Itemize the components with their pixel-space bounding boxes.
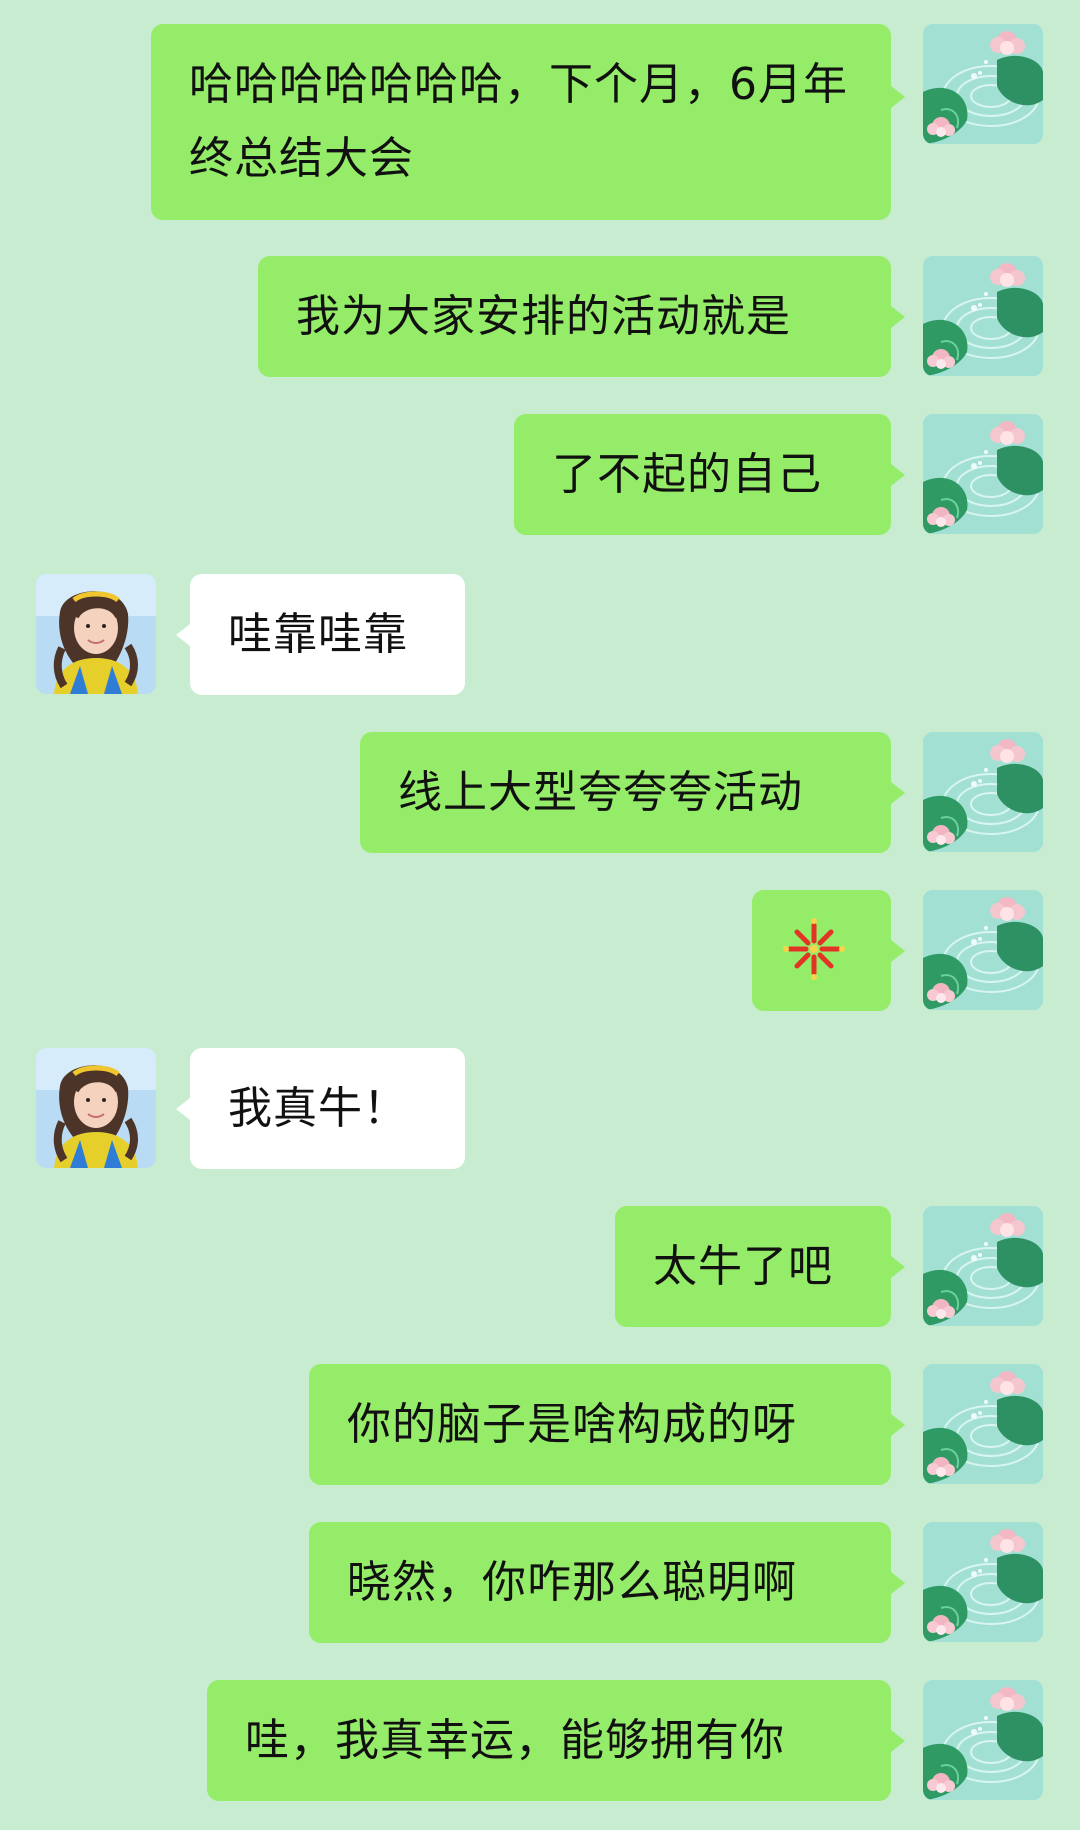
message-text: 我为大家安排的活动就是 — [296, 291, 791, 342]
emoji-bubble[interactable] — [752, 890, 891, 1011]
message-bubble[interactable]: 太牛了吧 — [615, 1206, 891, 1327]
message-bubble[interactable]: 我真牛！ — [190, 1048, 465, 1169]
message-text: 线上大型夸夸夸活动 — [398, 767, 803, 818]
message-bubble[interactable]: 你的脑子是啥构成的呀 — [309, 1364, 891, 1485]
fireworks-icon — [783, 918, 845, 980]
bubble-tail — [891, 1572, 905, 1594]
message-row: 我为大家安排的活动就是 — [0, 256, 1080, 377]
message-row: 了不起的自己 — [0, 414, 1080, 535]
lotus-avatar-icon — [923, 890, 1043, 1010]
message-bubble[interactable]: 哇，我真幸运，能够拥有你 — [207, 1680, 891, 1801]
bubble-tail — [891, 464, 905, 486]
bubble-tail — [891, 940, 905, 962]
lotus-avatar-icon — [923, 414, 1043, 534]
lotus-avatar-icon — [923, 256, 1043, 376]
my-avatar[interactable] — [923, 256, 1043, 376]
bubble-tail — [891, 782, 905, 804]
my-avatar[interactable] — [923, 890, 1043, 1010]
my-avatar[interactable] — [923, 1680, 1043, 1800]
message-row: 线上大型夸夸夸活动 — [0, 732, 1080, 853]
my-avatar[interactable] — [923, 1206, 1043, 1326]
lotus-avatar-icon — [923, 1206, 1043, 1326]
message-row: 太牛了吧 — [0, 1206, 1080, 1327]
message-text: 哇靠哇靠 — [228, 609, 408, 660]
bubble-tail — [176, 624, 190, 646]
girl-avatar-icon — [36, 574, 156, 694]
message-bubble[interactable]: 我为大家安排的活动就是 — [258, 256, 891, 377]
my-avatar[interactable] — [923, 1522, 1043, 1642]
message-row: 你的脑子是啥构成的呀 — [0, 1364, 1080, 1485]
message-text: 我真牛！ — [228, 1083, 408, 1134]
my-avatar[interactable] — [923, 24, 1043, 144]
message-text: 晓然，你咋那么聪明啊 — [347, 1557, 797, 1608]
bubble-tail — [891, 86, 905, 108]
bubble-tail — [891, 1414, 905, 1436]
my-avatar[interactable] — [923, 414, 1043, 534]
my-avatar[interactable] — [923, 1364, 1043, 1484]
lotus-avatar-icon — [923, 1364, 1043, 1484]
girl-avatar-icon — [36, 1048, 156, 1168]
message-bubble[interactable]: 了不起的自己 — [514, 414, 891, 535]
message-text: 了不起的自己 — [552, 449, 822, 500]
message-row: 哇，我真幸运，能够拥有你 — [0, 1680, 1080, 1801]
contact-avatar[interactable] — [36, 574, 156, 694]
chat-area: 哈哈哈哈哈哈哈，下个月，6月年终总结大会 我为大家安排的活动就是 了不起的自己 — [0, 0, 1080, 1830]
message-text: 哇，我真幸运，能够拥有你 — [245, 1715, 785, 1766]
bubble-tail — [891, 1730, 905, 1752]
message-text: 太牛了吧 — [653, 1241, 833, 1292]
message-row: 晓然，你咋那么聪明啊 — [0, 1522, 1080, 1643]
lotus-avatar-icon — [923, 24, 1043, 144]
message-text: 哈哈哈哈哈哈哈，下个月，6月年终总结大会 — [189, 59, 848, 184]
bubble-tail — [891, 306, 905, 328]
message-bubble[interactable]: 晓然，你咋那么聪明啊 — [309, 1522, 891, 1643]
message-bubble[interactable]: 线上大型夸夸夸活动 — [360, 732, 891, 853]
lotus-avatar-icon — [923, 1680, 1043, 1800]
contact-avatar[interactable] — [36, 1048, 156, 1168]
message-row: 哇靠哇靠 — [0, 574, 1080, 695]
message-text: 你的脑子是啥构成的呀 — [347, 1399, 797, 1450]
message-row: 哈哈哈哈哈哈哈，下个月，6月年终总结大会 — [0, 24, 1080, 220]
my-avatar[interactable] — [923, 732, 1043, 852]
message-row — [0, 890, 1080, 1011]
message-row: 我真牛！ — [0, 1048, 1080, 1169]
message-bubble[interactable]: 哇靠哇靠 — [190, 574, 465, 695]
message-bubble[interactable]: 哈哈哈哈哈哈哈，下个月，6月年终总结大会 — [151, 24, 891, 220]
bubble-tail — [176, 1098, 190, 1120]
lotus-avatar-icon — [923, 1522, 1043, 1642]
bubble-tail — [891, 1256, 905, 1278]
lotus-avatar-icon — [923, 732, 1043, 852]
